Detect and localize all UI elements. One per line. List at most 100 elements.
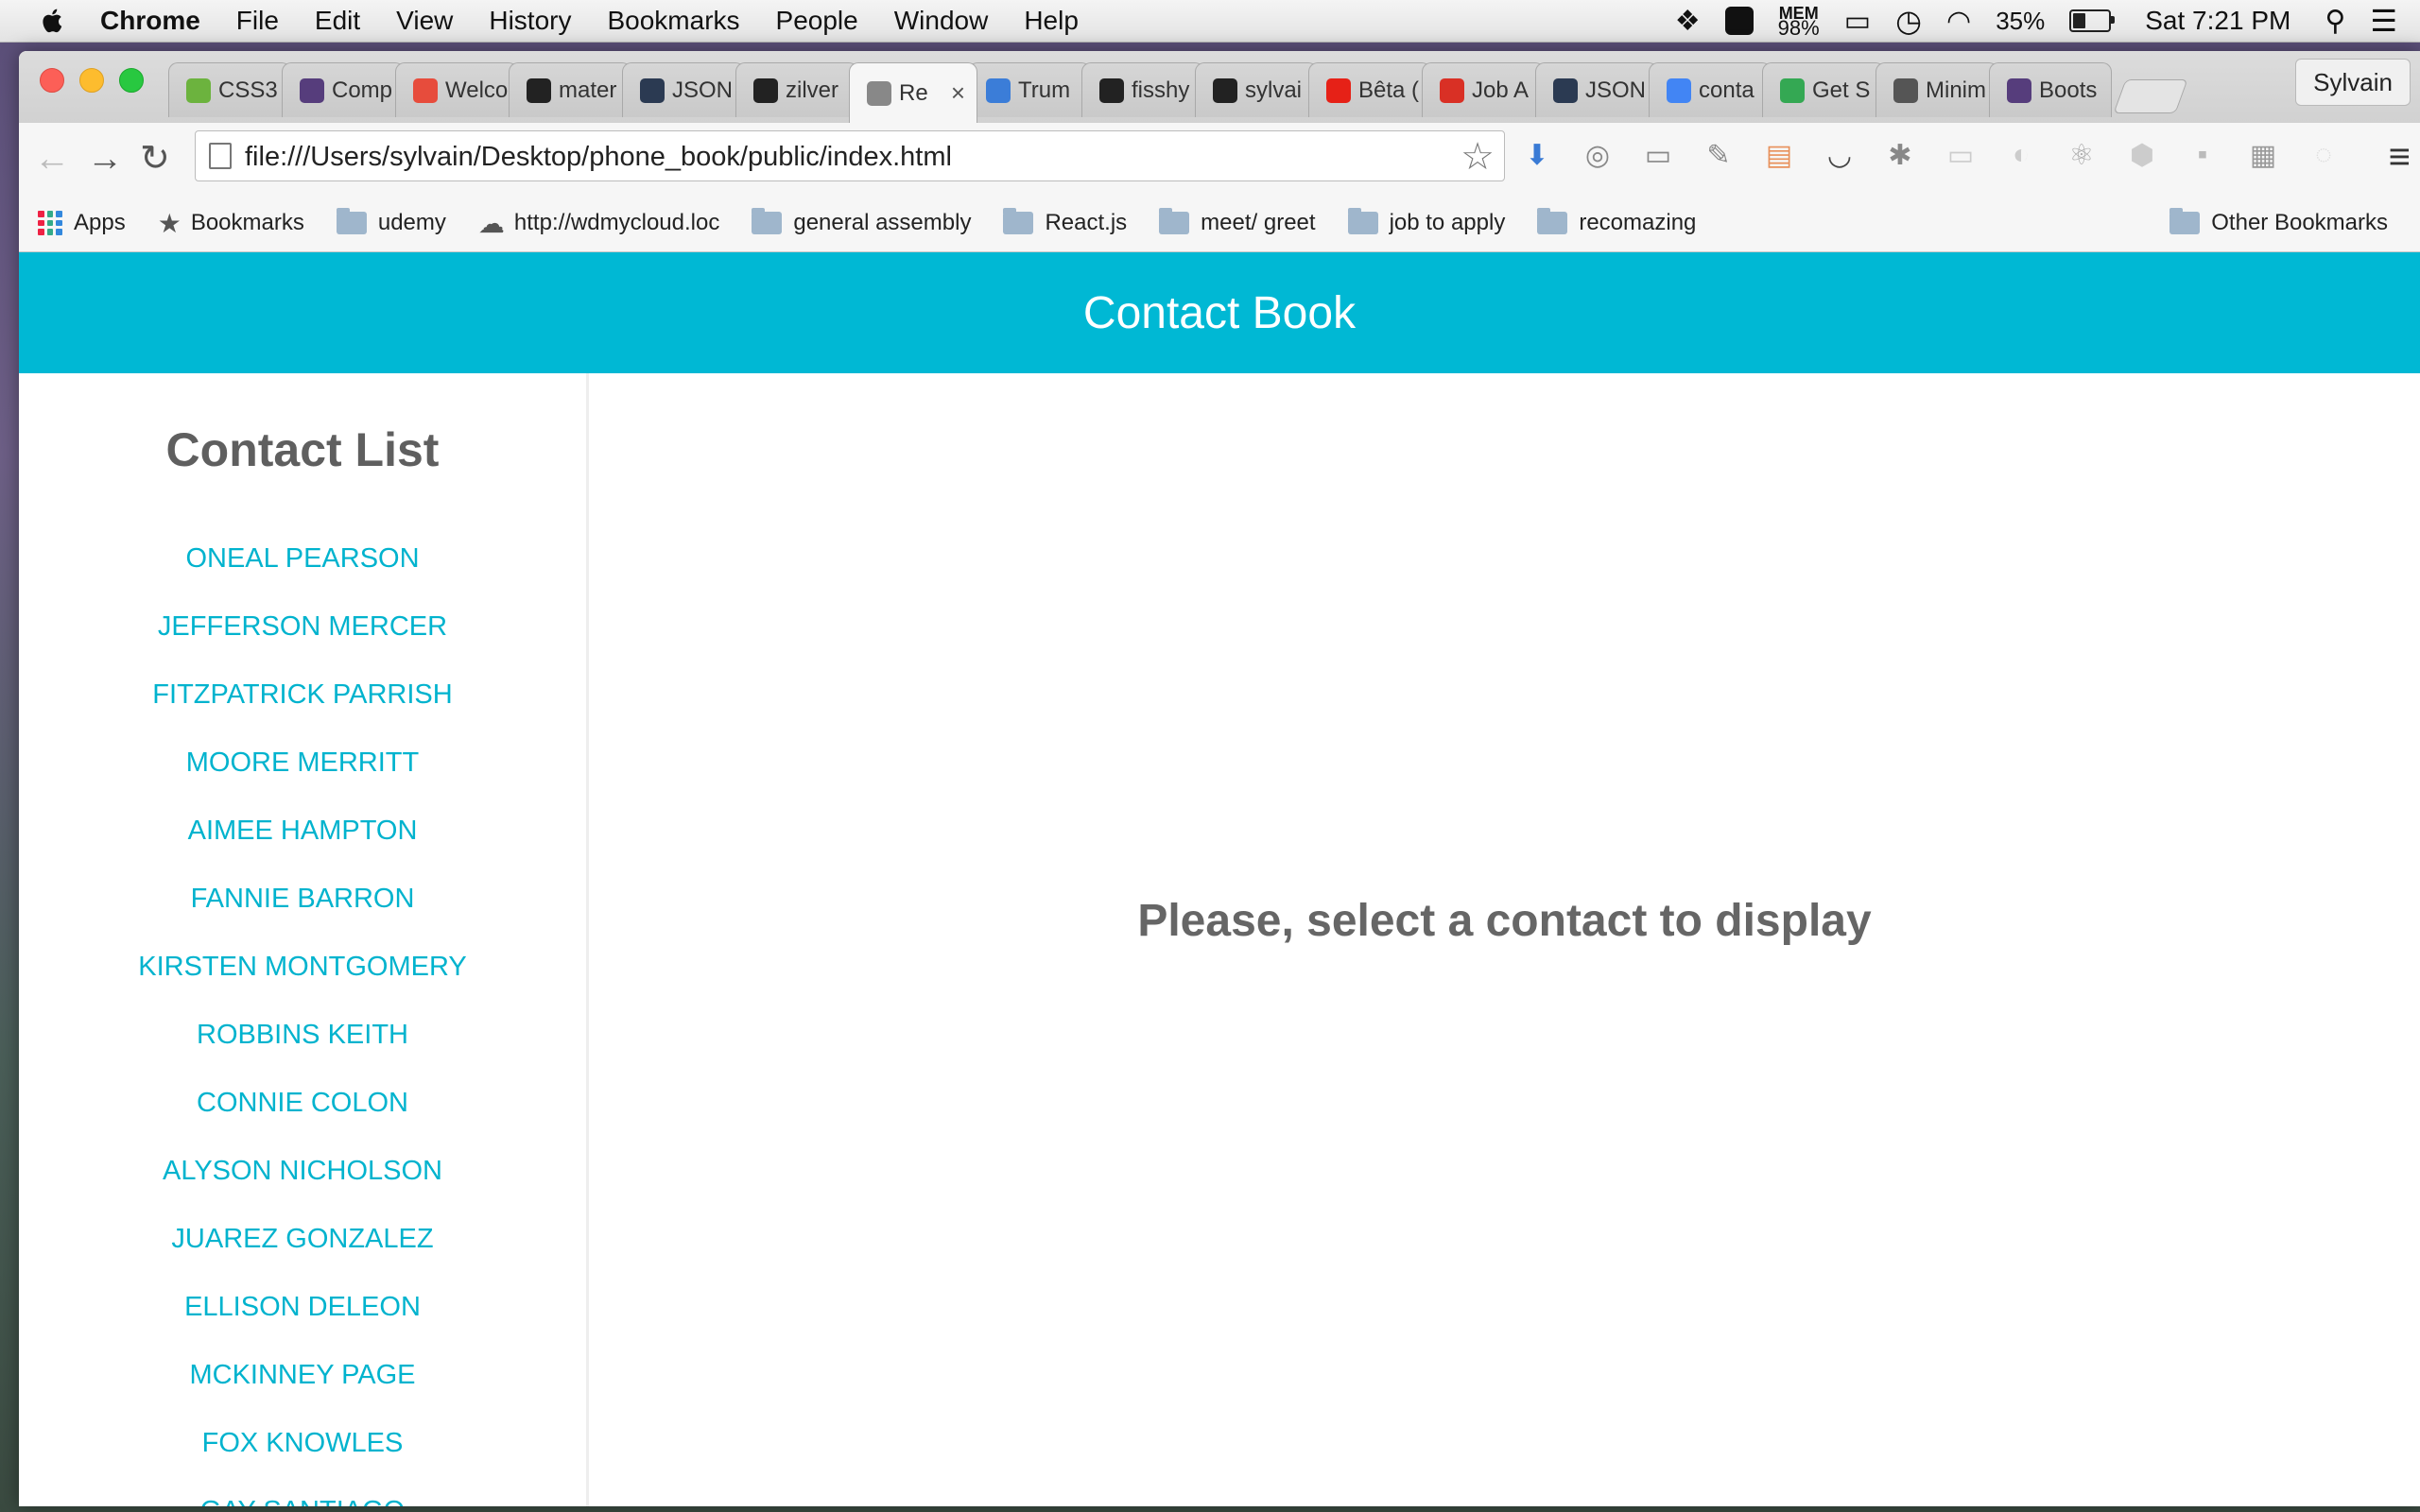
close-window-button[interactable]	[40, 68, 64, 93]
menu-edit[interactable]: Edit	[315, 6, 360, 36]
tab-label: Re	[899, 79, 928, 106]
menu-bookmarks[interactable]: Bookmarks	[607, 6, 739, 36]
tab-strip: CSS3 Comp Welco mater JSON zilver Re × Trum fissh…	[19, 51, 2420, 123]
browser-tab[interactable]: Comp	[282, 62, 405, 117]
browser-tab[interactable]: Minim	[1876, 62, 1998, 117]
contact-list-item[interactable]: MCKINNEY PAGE	[19, 1341, 586, 1409]
zoom-window-button[interactable]	[119, 68, 144, 93]
apple-icon[interactable]	[38, 6, 68, 36]
browser-tab[interactable]: mater	[509, 62, 631, 117]
menu-window[interactable]: Window	[894, 6, 989, 36]
tab-label: conta	[1699, 77, 1754, 103]
browser-tab[interactable]: Trum	[968, 62, 1091, 117]
contact-list-item[interactable]: FANNIE BARRON	[19, 865, 586, 933]
browser-tab[interactable]: Boots	[1989, 62, 2112, 117]
trumpet-icon	[986, 77, 1011, 103]
react-devtools-icon[interactable]: ⚛	[2061, 134, 2102, 176]
circle-extension-icon[interactable]: ◐	[2000, 134, 2042, 176]
browser-tab[interactable]: conta	[1649, 62, 1772, 117]
contact-list-item[interactable]: CONNIE COLON	[19, 1069, 586, 1137]
contact-list-item[interactable]: MOORE MERRITT	[19, 729, 586, 797]
new-tab-button[interactable]	[2113, 79, 2188, 113]
menu-history[interactable]: History	[489, 6, 571, 36]
menu-file[interactable]: File	[236, 6, 279, 36]
refresh-extension-icon[interactable]: ◌	[2303, 134, 2344, 176]
eyedropper-extension-icon[interactable]: ✎	[1698, 134, 1739, 176]
contact-list-item[interactable]: KIRSTEN MONTGOMERY	[19, 933, 586, 1001]
browser-tab[interactable]: CSS3	[168, 62, 291, 117]
bookmark-item[interactable]: ★ Bookmarks	[158, 208, 304, 239]
contact-list-item[interactable]: ELLISON DELEON	[19, 1273, 586, 1341]
contact-list-item[interactable]: ROBBINS KEITH	[19, 1001, 586, 1069]
back-button[interactable]: ←	[34, 141, 70, 177]
grid-extension-icon[interactable]: ▦	[2242, 134, 2284, 176]
contact-list-item[interactable]: FOX KNOWLES	[19, 1409, 586, 1477]
time-machine-icon[interactable]: ◷	[1895, 3, 1922, 39]
box-extension-icon[interactable]: ⬢	[2121, 134, 2163, 176]
page-icon	[867, 80, 891, 106]
bookmark-item[interactable]: udemy	[336, 208, 446, 236]
browser-tab[interactable]: JSON	[1535, 62, 1658, 117]
contact-list-item[interactable]: GAY SANTIAGO	[19, 1477, 586, 1506]
close-tab-icon[interactable]: ×	[951, 78, 965, 108]
notes-extension-icon[interactable]: ▤	[1758, 134, 1800, 176]
chrome-menu-icon[interactable]: ≡	[2389, 136, 2411, 179]
bookmark-item[interactable]: general assembly	[752, 208, 971, 236]
browser-tab[interactable]: Re ×	[849, 62, 977, 123]
github-icon	[1213, 77, 1237, 103]
contact-list-item[interactable]: FITZPATRICK PARRISH	[19, 661, 586, 729]
browser-tab[interactable]: zilver	[735, 62, 858, 117]
dropbox-icon[interactable]: ❖	[1675, 5, 1701, 38]
profile-button[interactable]: Sylvain	[2295, 59, 2411, 106]
bootstrap-icon	[300, 77, 324, 103]
card-extension-icon[interactable]: ▭	[1940, 134, 1981, 176]
bookmark-star-icon[interactable]: ☆	[1461, 135, 1495, 179]
minimize-window-button[interactable]	[79, 68, 104, 93]
pocket-icon[interactable]: ◡	[1819, 134, 1860, 176]
battery-icon[interactable]	[2069, 9, 2116, 32]
bug-extension-icon[interactable]: ✱	[1879, 134, 1921, 176]
airplay-icon[interactable]: ▭	[1844, 5, 1871, 38]
download-extension-icon[interactable]: ⬇	[1516, 134, 1558, 176]
contact-list-item[interactable]: JEFFERSON MERCER	[19, 593, 586, 661]
bookmark-item[interactable]: ☁ http://wdmycloud.loc	[478, 208, 719, 239]
browser-tab[interactable]: JSON	[622, 62, 745, 117]
browser-tab[interactable]: Welco	[395, 62, 518, 117]
menu-people[interactable]: People	[776, 6, 858, 36]
tab-label: JSON	[1585, 77, 1647, 103]
folder-icon	[1159, 208, 1190, 234]
film-extension-icon[interactable]: ◎	[1577, 134, 1618, 176]
app-status-icon[interactable]	[1724, 7, 1754, 35]
reload-button[interactable]: ↻	[140, 141, 170, 177]
menu-app-name[interactable]: Chrome	[100, 6, 200, 36]
bookmark-item[interactable]: job to apply	[1347, 208, 1506, 236]
contact-sidebar: Contact List ONEAL PEARSON JEFFERSON MERC…	[19, 373, 589, 1506]
bookmark-item[interactable]: Apps	[38, 210, 126, 236]
contact-list-item[interactable]: AIMEE HAMPTON	[19, 797, 586, 865]
menu-view[interactable]: View	[396, 6, 453, 36]
clock[interactable]: Sat 7:21 PM	[2145, 6, 2290, 36]
bookmark-item[interactable]: recomazing	[1537, 208, 1696, 236]
browser-tab[interactable]: fisshy	[1081, 62, 1204, 117]
bookmark-item[interactable]: React.js	[1003, 208, 1127, 236]
browser-tab[interactable]: Get S	[1762, 62, 1885, 117]
bookmark-item[interactable]: meet/ greet	[1159, 208, 1316, 236]
memory-indicator[interactable]: MEM 98%	[1778, 5, 1820, 39]
contact-list-item[interactable]: ALYSON NICHOLSON	[19, 1137, 586, 1205]
browser-tab[interactable]: sylvai	[1195, 62, 1318, 117]
forward-button[interactable]: →	[87, 141, 123, 177]
wifi-icon[interactable]: ◠	[1946, 5, 1971, 38]
bookmark-label: job to apply	[1389, 210, 1506, 235]
bookmark-label: udemy	[377, 210, 446, 235]
contact-list-item[interactable]: ONEAL PEARSON	[19, 524, 586, 593]
other-bookmarks[interactable]: Other Bookmarks	[2169, 208, 2388, 236]
menu-help[interactable]: Help	[1024, 6, 1079, 36]
notification-center-icon[interactable]: ☰	[2370, 3, 2397, 39]
browser-tab[interactable]: Bêta (	[1308, 62, 1431, 117]
contact-list-item[interactable]: JUAREZ GONZALEZ	[19, 1205, 586, 1273]
spotlight-search-icon[interactable]: ⚲	[2325, 5, 2345, 38]
cast-icon[interactable]: ▭	[1637, 134, 1679, 176]
browser-tab[interactable]: Job A	[1422, 62, 1545, 117]
address-bar[interactable]: file:///Users/sylvain/Desktop/phone_book…	[195, 130, 1505, 181]
es-extension-icon[interactable]: ▪	[2182, 134, 2223, 176]
